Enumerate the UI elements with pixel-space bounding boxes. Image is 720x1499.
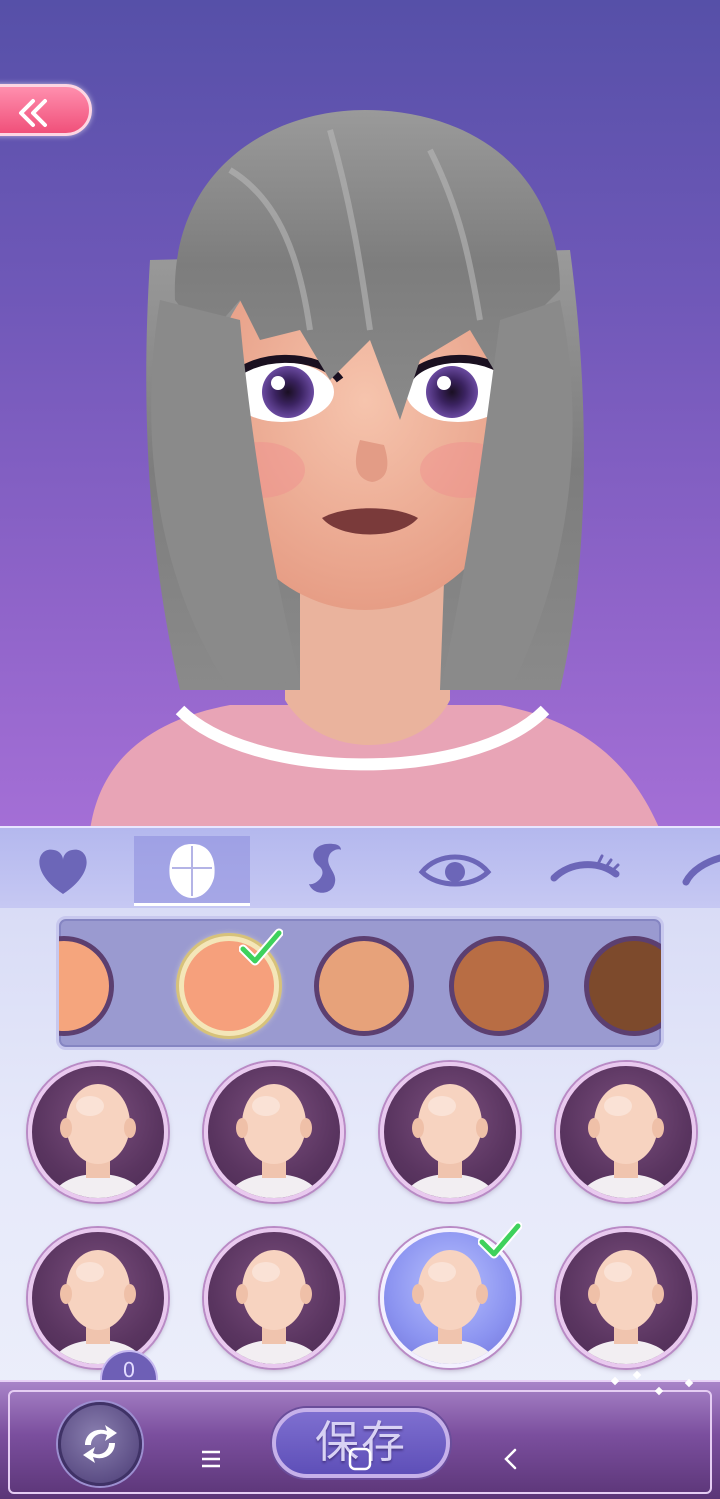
bald-head-icon <box>228 1084 320 1198</box>
face-shape-option[interactable] <box>204 1228 344 1368</box>
eyeliner-icon <box>682 854 720 886</box>
eye-icon <box>418 854 492 887</box>
category-tab-bar <box>0 826 720 908</box>
sparkle-decoration <box>684 1378 694 1388</box>
heart-icon <box>39 849 87 894</box>
checkmark-icon <box>478 1221 522 1259</box>
avatar-preview[interactable] <box>0 0 720 830</box>
skin-tone-swatch[interactable] <box>584 936 661 1036</box>
back-icon[interactable] <box>496 1444 526 1474</box>
skin-tone-swatch[interactable] <box>449 936 549 1036</box>
bottom-action-bar: 保存 <box>0 1370 720 1499</box>
tab-eyeliner[interactable] <box>672 836 720 906</box>
bald-head-icon <box>580 1250 672 1364</box>
eyebrow-icon <box>550 854 620 882</box>
bald-head-icon <box>52 1250 144 1364</box>
face-shape-option[interactable] <box>380 1062 520 1202</box>
tab-favorites[interactable] <box>18 836 108 906</box>
skin-tone-swatch[interactable] <box>59 936 114 1036</box>
swap-arrows-icon <box>83 1425 117 1463</box>
bald-head-icon <box>52 1084 144 1198</box>
face-shape-option[interactable] <box>556 1228 696 1368</box>
tab-eyes[interactable] <box>410 836 500 906</box>
double-chevron-left-icon <box>19 99 47 127</box>
bald-head-icon <box>580 1084 672 1198</box>
bald-head-icon <box>404 1084 496 1198</box>
home-icon[interactable] <box>345 1444 375 1474</box>
reset-button[interactable] <box>58 1402 142 1486</box>
hair-icon <box>309 843 341 893</box>
skin-tone-picker[interactable] <box>56 916 664 1050</box>
face-shape-option[interactable] <box>28 1062 168 1202</box>
skin-tone-swatch[interactable] <box>314 936 414 1036</box>
back-button[interactable] <box>0 84 92 136</box>
face-shape-icon <box>169 844 215 898</box>
face-shape-option[interactable] <box>204 1062 344 1202</box>
tab-hair[interactable] <box>285 836 365 906</box>
avatar-figure <box>90 110 660 830</box>
menu-icon[interactable] <box>196 1444 226 1474</box>
bald-head-icon <box>228 1250 320 1364</box>
face-shape-option[interactable] <box>28 1228 168 1368</box>
tab-eyebrows[interactable] <box>540 836 630 906</box>
checkmark-icon <box>239 928 283 966</box>
face-shape-option[interactable] <box>556 1062 696 1202</box>
tab-face-shape[interactable] <box>134 836 250 906</box>
